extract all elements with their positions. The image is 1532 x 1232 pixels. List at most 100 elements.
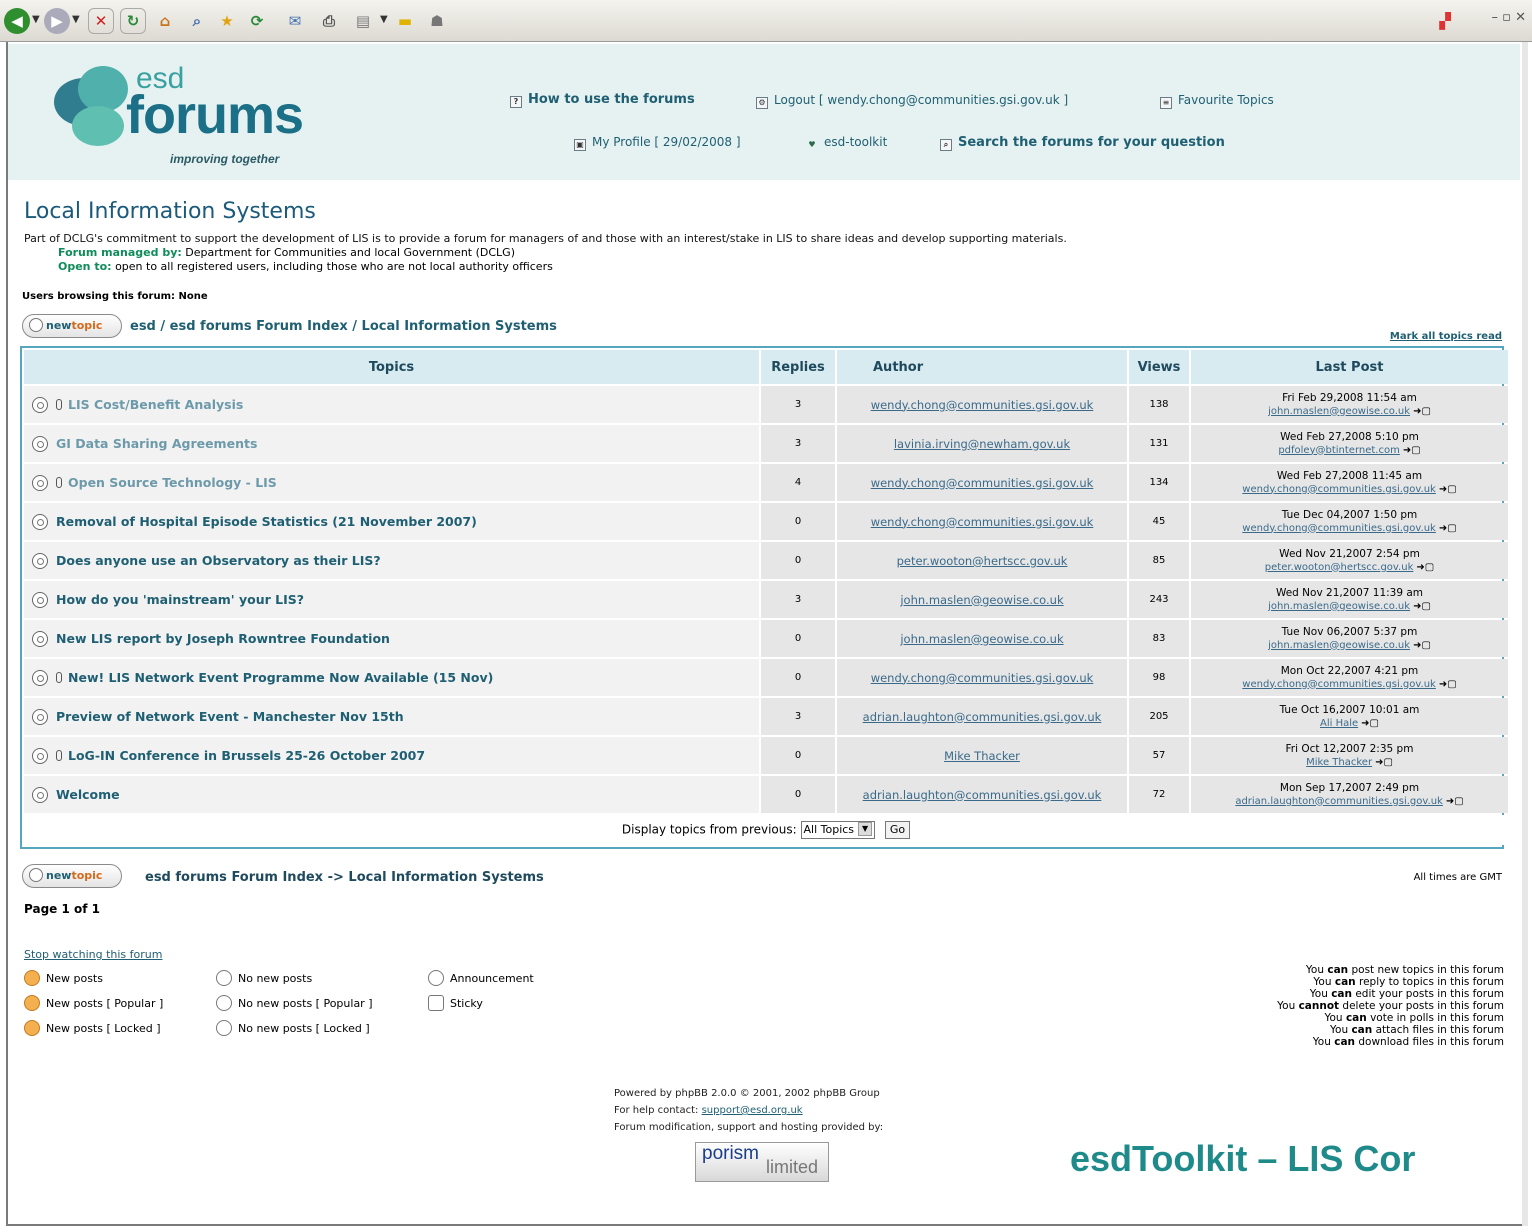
nav-search-forums[interactable]: ⌕ Search the forums for your question xyxy=(940,135,1225,151)
new-topic-button[interactable]: newtopic xyxy=(22,314,122,338)
topic-link[interactable]: New! LIS Network Event Programme Now Ava… xyxy=(68,670,493,685)
author-link[interactable]: wendy.chong@communities.gsi.gov.uk xyxy=(837,503,1127,540)
last-post-user-link[interactable]: wendy.chong@communities.gsi.gov.uk xyxy=(1242,484,1436,495)
nav-favourite-topics-label: Favourite Topics xyxy=(1178,93,1274,107)
topic-link[interactable]: Open Source Technology - LIS xyxy=(68,475,277,490)
goto-last-post-icon[interactable]: ➜▢ xyxy=(1413,406,1431,417)
last-post-user-link[interactable]: Ali Hale xyxy=(1320,718,1358,729)
topic-link[interactable]: Removal of Hospital Episode Statistics (… xyxy=(56,514,477,529)
print-icon[interactable]: ⎙ xyxy=(316,8,342,34)
last-post-user-link[interactable]: john.maslen@geowise.co.uk xyxy=(1268,640,1410,651)
last-post-user-link[interactable]: adrian.laughton@communities.gsi.gov.uk xyxy=(1235,796,1443,807)
scrollbar[interactable] xyxy=(1522,42,1528,1226)
breadcrumb-bottom[interactable]: esd forums Forum Index -> Local Informat… xyxy=(145,870,544,885)
new-posts-locked-icon xyxy=(24,1020,40,1036)
goto-last-post-icon[interactable]: ➜▢ xyxy=(1413,601,1431,612)
goto-last-post-icon[interactable]: ➜▢ xyxy=(1446,796,1464,807)
author-link[interactable]: Mike Thacker xyxy=(837,737,1127,774)
topic-link[interactable]: GI Data Sharing Agreements xyxy=(56,436,257,451)
author-link[interactable]: adrian.laughton@communities.gsi.gov.uk xyxy=(837,776,1127,813)
back-dropdown-icon[interactable]: ▼ xyxy=(32,14,40,25)
search-icon[interactable]: ⌕ xyxy=(184,8,210,34)
forward-dropdown-icon[interactable]: ▼ xyxy=(72,14,80,25)
topic-link[interactable]: How do you 'mainstream' your LIS? xyxy=(56,592,304,607)
topic-link[interactable]: Does anyone use an Observatory as their … xyxy=(56,553,381,568)
goto-last-post-icon[interactable]: ➜▢ xyxy=(1439,523,1457,534)
topic-link[interactable]: LIS Cost/Benefit Analysis xyxy=(68,397,243,412)
last-post-date: Wed Feb 27,2008 11:45 am xyxy=(1276,469,1423,482)
last-post-date: Mon Sep 17,2007 2:49 pm xyxy=(1279,781,1420,794)
topic-link[interactable]: LoG-IN Conference in Brussels 25-26 Octo… xyxy=(68,748,425,763)
goto-last-post-icon[interactable]: ➜▢ xyxy=(1403,445,1421,456)
author-link[interactable]: wendy.chong@communities.gsi.gov.uk xyxy=(837,464,1127,501)
window-controls[interactable]: – ▫ ✕ xyxy=(1492,10,1526,25)
author-link[interactable]: adrian.laughton@communities.gsi.gov.uk xyxy=(837,698,1127,735)
mail-icon[interactable]: ✉ xyxy=(282,8,308,34)
goto-last-post-icon[interactable]: ➜▢ xyxy=(1439,484,1457,495)
forward-icon[interactable]: ▶ xyxy=(44,8,70,34)
replies-cell: 3 xyxy=(761,581,835,618)
no-new-posts-icon xyxy=(32,513,48,530)
nav-my-profile[interactable]: ▣ My Profile [ 29/02/2008 ] xyxy=(574,135,741,151)
last-post-user-link[interactable]: wendy.chong@communities.gsi.gov.uk xyxy=(1242,523,1436,534)
sticky-icon xyxy=(428,995,444,1011)
stop-icon[interactable]: ✕ xyxy=(88,8,114,34)
mark-all-read-link[interactable]: Mark all topics read xyxy=(1390,331,1502,342)
legend-label: No new posts [ Locked ] xyxy=(238,1022,370,1035)
porism-logo[interactable]: porism limited xyxy=(695,1142,829,1182)
author-link[interactable]: wendy.chong@communities.gsi.gov.uk xyxy=(837,659,1127,696)
modification-text: Forum modification, support and hosting … xyxy=(614,1122,884,1133)
author-link[interactable]: wendy.chong@communities.gsi.gov.uk xyxy=(837,386,1127,423)
folder-icon[interactable]: ▬ xyxy=(392,8,418,34)
forum-header: esd forums improving together ? How to us… xyxy=(8,44,1520,180)
nav-esd-toolkit[interactable]: ♥ esd-toolkit xyxy=(806,135,887,152)
goto-last-post-icon[interactable]: ➜▢ xyxy=(1413,640,1431,651)
views-cell: 98 xyxy=(1129,659,1189,696)
refresh-icon[interactable]: ↻ xyxy=(120,8,146,34)
topic-link[interactable]: New LIS report by Joseph Rowntree Founda… xyxy=(56,631,390,646)
goto-last-post-icon[interactable]: ➜▢ xyxy=(1375,757,1393,768)
last-post-user-link[interactable]: pdfoley@btinternet.com xyxy=(1278,445,1400,456)
attachment-icon xyxy=(56,476,62,488)
author-link[interactable]: john.maslen@geowise.co.uk xyxy=(837,581,1127,618)
last-post-user-link[interactable]: peter.wooton@hertscc.gov.uk xyxy=(1265,562,1414,573)
breadcrumb[interactable]: esd / esd forums Forum Index / Local Inf… xyxy=(130,319,557,334)
last-post-date: Wed Nov 21,2007 2:54 pm xyxy=(1279,547,1420,560)
author-link[interactable]: john.maslen@geowise.co.uk xyxy=(837,620,1127,657)
goto-last-post-icon[interactable]: ➜▢ xyxy=(1361,718,1379,729)
display-topics-select[interactable]: All Topics ▼ xyxy=(800,821,876,839)
topic-cell: GI Data Sharing Agreements xyxy=(24,425,759,462)
favorites-icon[interactable]: ★ xyxy=(214,8,240,34)
permissions-list: You can post new topics in this forum Yo… xyxy=(1277,964,1504,1048)
goto-last-post-icon[interactable]: ➜▢ xyxy=(1416,562,1434,573)
help-email-link[interactable]: support@esd.org.uk xyxy=(702,1105,803,1116)
new-topic-button-bottom[interactable]: newtopic xyxy=(22,864,122,888)
topic-link[interactable]: Welcome xyxy=(56,787,120,802)
stop-watching-link[interactable]: Stop watching this forum xyxy=(24,948,162,961)
edit-icon[interactable]: ▤ xyxy=(350,8,376,34)
views-cell: 57 xyxy=(1129,737,1189,774)
back-icon[interactable]: ◀ xyxy=(4,8,30,34)
table-row: New! LIS Network Event Programme Now Ava… xyxy=(24,659,1508,696)
nav-favourite-topics[interactable]: ≡ Favourite Topics xyxy=(1160,93,1274,109)
edit-dropdown-icon[interactable]: ▼ xyxy=(380,14,388,25)
last-post-user-link[interactable]: john.maslen@geowise.co.uk xyxy=(1268,601,1410,612)
last-post-user-link[interactable]: john.maslen@geowise.co.uk xyxy=(1268,406,1410,417)
nav-logout[interactable]: ⚙ Logout [ wendy.chong@communities.gsi.go… xyxy=(756,93,1068,109)
author-link[interactable]: lavinia.irving@newham.gov.uk xyxy=(837,425,1127,462)
author-link[interactable]: peter.wooton@hertscc.gov.uk xyxy=(837,542,1127,579)
topic-link[interactable]: Preview of Network Event - Manchester No… xyxy=(56,709,404,724)
last-post-user-link[interactable]: wendy.chong@communities.gsi.gov.uk xyxy=(1242,679,1436,690)
topic-cell: LIS Cost/Benefit Analysis xyxy=(24,386,759,423)
home-icon[interactable]: ⌂ xyxy=(152,8,178,34)
esd-forums-logo[interactable]: esd forums improving together xyxy=(54,62,324,174)
nav-how-to-use[interactable]: ? How to use the forums xyxy=(510,92,695,108)
table-row: Open Source Technology - LIS 4 wendy.cho… xyxy=(24,464,1508,501)
new-posts-icon xyxy=(24,970,40,986)
goto-last-post-icon[interactable]: ➜▢ xyxy=(1439,679,1457,690)
last-post-user-link[interactable]: Mike Thacker xyxy=(1306,757,1372,768)
topic-cell: Does anyone use an Observatory as their … xyxy=(24,542,759,579)
history-icon[interactable]: ⟳ xyxy=(244,8,270,34)
messenger-icon[interactable]: ☗ xyxy=(424,8,450,34)
go-button[interactable]: Go xyxy=(884,821,911,839)
